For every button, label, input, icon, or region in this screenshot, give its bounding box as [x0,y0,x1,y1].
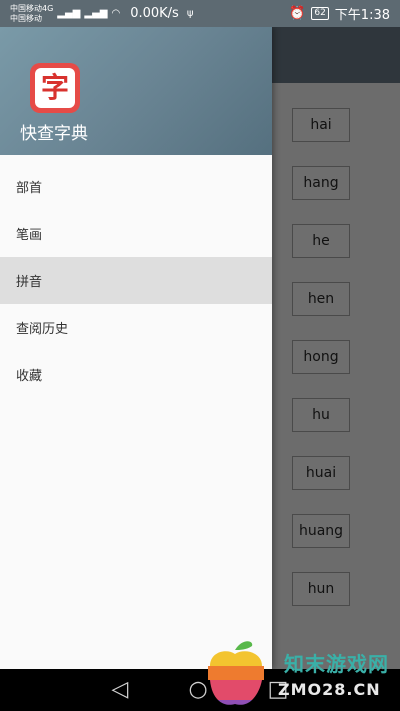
status-bar: 中国移动4G 中国移动 ▂▄▆ ▂▄▆ ◠ 0.00K/s ψ ⏰ 62 下午1… [0,0,400,27]
menu-item-label: 收藏 [16,369,43,384]
pinyin-button[interactable]: hun [292,572,350,606]
battery-indicator: 62 [311,7,329,20]
watermark-apple-icon [208,641,264,705]
menu-item-pinyin[interactable]: 拼音 [0,257,272,304]
menu-item-label: 查阅历史 [16,322,69,337]
drawer-header: 字 快查字典 [0,27,272,155]
menu-item-label: 部首 [16,181,43,196]
clock: 下午1:38 [334,8,390,23]
menu-item-history[interactable]: 查阅历史 [0,304,272,351]
pinyin-list: hai hang he hen hong hu huai huang hun [292,108,350,630]
pinyin-button[interactable]: hu [292,398,350,432]
signal-2-icon: ▂▄▆ [84,8,108,19]
watermark-text-1: 知末游戏网 [284,652,389,676]
menu-item-radical[interactable]: 部首 [0,163,272,210]
signal-icon: ▂▄▆ [57,8,81,19]
wifi-icon: ◠ [111,8,121,19]
carrier-1: 中国移动4G [10,3,54,13]
pinyin-button[interactable]: huang [292,514,350,548]
watermark-text-2: ZMO28.CN [278,680,381,699]
pinyin-button[interactable]: hai [292,108,350,142]
pinyin-button[interactable]: hen [292,282,350,316]
pinyin-button[interactable]: he [292,224,350,258]
pinyin-button[interactable]: hang [292,166,350,200]
menu-item-label: 笔画 [16,228,43,243]
alarm-icon: ⏰ [289,6,306,21]
drawer-menu: 部首 笔画 拼音 查阅历史 收藏 [0,155,272,398]
carrier-info: 中国移动4G 中国移动 [10,4,53,24]
menu-item-favorites[interactable]: 收藏 [0,351,272,398]
back-icon[interactable]: ◁ [112,679,129,701]
app-logo-char: 字 [35,68,75,108]
pinyin-button[interactable]: hong [292,340,350,374]
usb-icon: ψ [186,8,194,19]
net-speed: 0.00K/s [130,6,179,21]
app-logo-icon: 字 [30,63,80,113]
menu-item-label: 拼音 [16,275,43,290]
navigation-drawer: 字 快查字典 部首 笔画 拼音 查阅历史 收藏 [0,27,272,669]
app-name: 快查字典 [20,124,88,144]
watermark: 知末游戏网 ZMO28.CN [198,626,400,711]
pinyin-button[interactable]: huai [292,456,350,490]
menu-item-strokes[interactable]: 笔画 [0,210,272,257]
carrier-2: 中国移动 [10,13,42,23]
